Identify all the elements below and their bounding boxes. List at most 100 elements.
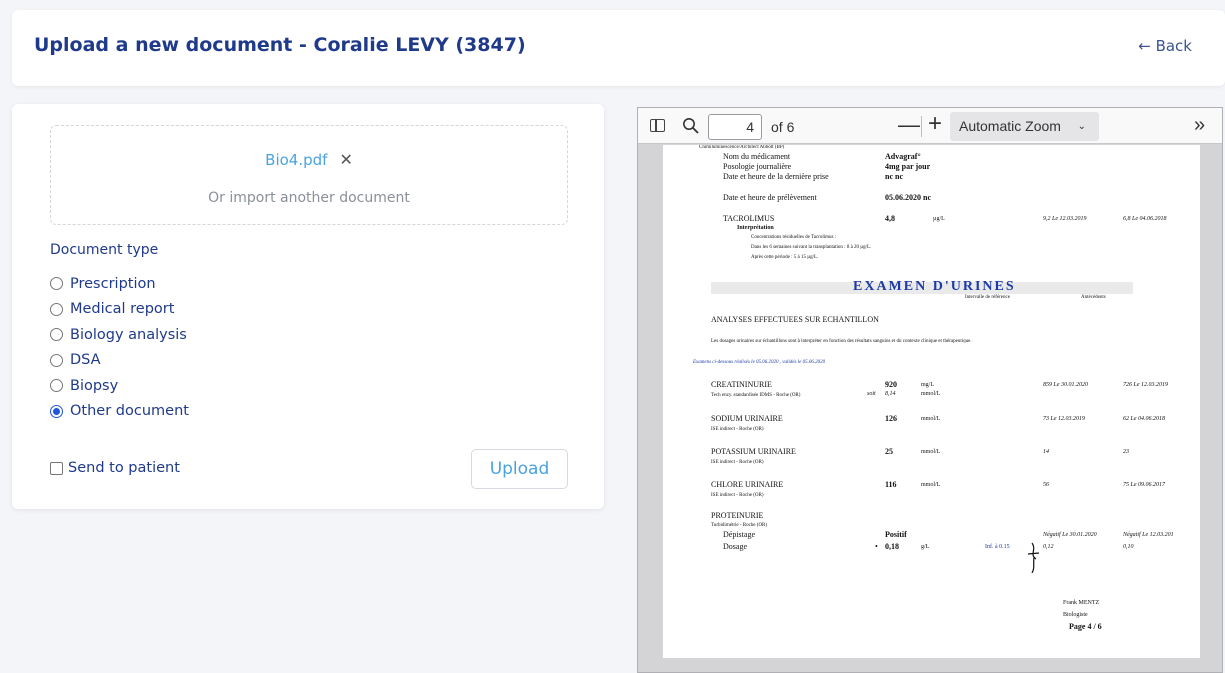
- doc-row-unit: mmol/L: [921, 449, 941, 455]
- pdf-toolbar: 4 of 6 — + Automatic Zoom ⌄ »: [638, 108, 1222, 144]
- radio-button-selected[interactable]: [50, 404, 63, 418]
- send-to-patient-checkbox[interactable]: Send to patient: [50, 460, 180, 476]
- doc-text: soit: [867, 391, 876, 397]
- option-other-document[interactable]: Other document: [50, 399, 189, 425]
- doc-value: 8,14: [885, 391, 896, 397]
- doc-row-name: CHLORE URINAIRE: [711, 480, 784, 489]
- upload-button[interactable]: Upload: [471, 449, 568, 489]
- option-dsa[interactable]: DSA: [50, 348, 189, 374]
- doc-marker: •: [875, 542, 878, 551]
- more-tools-icon[interactable]: »: [1194, 115, 1205, 135]
- doc-row-method: Turbidimétrie - Roche (OR): [711, 523, 768, 528]
- signature-mark: [1027, 542, 1040, 574]
- doc-row-value: 116: [885, 480, 897, 489]
- doc-row-value: 25: [885, 447, 893, 456]
- doc-unit: µg/L: [933, 216, 945, 222]
- zoom-out-button[interactable]: —: [898, 114, 920, 136]
- doc-row-method: Tech enzy. standardisée IDMS - Roche (OR…: [711, 393, 801, 398]
- option-medical-report[interactable]: Medical report: [50, 297, 189, 323]
- doc-history: 0,10: [1123, 544, 1134, 550]
- page-count: of 6: [771, 119, 795, 135]
- radio-button[interactable]: [50, 328, 63, 342]
- doc-dates: Examens ci-dessous réalisés le 05.06.202…: [693, 360, 826, 365]
- doc-text: Les dosages urinaires sur échantillons s…: [711, 339, 972, 344]
- doc-value: Advagraf°: [885, 152, 921, 161]
- back-link[interactable]: ← Back: [1138, 37, 1192, 55]
- option-biology-analysis[interactable]: Biology analysis: [50, 322, 189, 348]
- doc-unit: g/L: [921, 544, 930, 550]
- doc-row-name: POTASSIUM URINAIRE: [711, 447, 796, 456]
- doc-label: Interprétation: [737, 225, 774, 231]
- doc-row-name: SODIUM URINAIRE: [711, 414, 783, 423]
- zoom-select[interactable]: Automatic Zoom ⌄: [950, 112, 1099, 141]
- doc-history: 9,2 Le 12.03.2019: [1043, 216, 1087, 222]
- radio-button[interactable]: [50, 302, 63, 316]
- page-number-input[interactable]: 4: [708, 114, 762, 140]
- doc-row-unit: mmol/L: [921, 482, 941, 488]
- document-type-options: Prescription Medical report Biology anal…: [50, 271, 189, 424]
- doc-label: Dépistage: [723, 530, 755, 539]
- document-type-label: Document type: [50, 242, 159, 258]
- doc-text: Après cette période : 5 à 15 µg/L.: [751, 255, 819, 260]
- doc-value: nc nc: [885, 172, 903, 181]
- doc-value: 05.06.2020 nc: [885, 193, 931, 202]
- doc-method: Chimiluminescence/Architect Abbott (BP): [699, 145, 785, 150]
- doc-label: TACROLIMUS: [723, 214, 775, 223]
- sidebar-toggle-icon[interactable]: [650, 119, 665, 132]
- doc-ref: Inf. à 0.15: [985, 544, 1010, 550]
- doc-row-method: ISE indirect - Roche (OR): [711, 493, 764, 498]
- doc-column-header: Intervalle de référence: [965, 295, 1010, 300]
- close-icon[interactable]: ✕: [339, 150, 352, 169]
- doc-label: Nom du médicament: [723, 152, 791, 161]
- page-title: Upload a new document - Coralie LEVY (38…: [34, 34, 526, 56]
- doc-history: 0,12: [1043, 544, 1054, 550]
- option-biopsy[interactable]: Biopsy: [50, 373, 189, 399]
- doc-text: Dans les 6 semaines suivant la transplan…: [751, 245, 872, 250]
- checkbox[interactable]: [50, 461, 63, 475]
- doc-label: Posologie journalière: [723, 162, 792, 171]
- page-header: Upload a new document - Coralie LEVY (38…: [12, 10, 1225, 86]
- radio-button[interactable]: [50, 353, 63, 367]
- upload-form-panel: Bio4.pdf ✕ Or import another document Doc…: [12, 104, 604, 509]
- doc-signer: Frank MENTZ: [1063, 600, 1100, 606]
- zoom-in-button[interactable]: +: [928, 112, 942, 136]
- pdf-page: Chimiluminescence/Architect Abbott (BP) …: [663, 145, 1200, 658]
- radio-button[interactable]: [50, 277, 63, 291]
- file-dropzone[interactable]: Bio4.pdf ✕ Or import another document: [50, 125, 568, 225]
- search-icon[interactable]: [682, 117, 700, 135]
- doc-value: 4mg par jour: [885, 162, 931, 171]
- doc-history: 73 Le 12.03.2019: [1043, 416, 1085, 422]
- doc-row-name: CREATININURIE: [711, 380, 772, 389]
- doc-row-method: ISE indirect - Roche (OR): [711, 427, 764, 432]
- import-another-link[interactable]: Or import another document: [51, 190, 567, 206]
- doc-history: 726 Le 12.03.2019: [1123, 382, 1168, 388]
- doc-row-value: 920: [885, 380, 897, 389]
- doc-history: 6,8 Le 04.06.2018: [1123, 216, 1167, 222]
- doc-history: Négatif Le 30.01.2020: [1043, 532, 1097, 538]
- doc-value: 4,8: [885, 214, 895, 223]
- selected-file: Bio4.pdf ✕: [51, 150, 567, 169]
- doc-signer-role: Biologiste: [1063, 612, 1088, 618]
- doc-column-header: Antécédents: [1081, 295, 1106, 300]
- doc-row-unit: mmol/L: [921, 416, 941, 422]
- doc-history: Négatif Le 12.03.201: [1123, 532, 1174, 538]
- pdf-viewer: 4 of 6 — + Automatic Zoom ⌄ » Chimilumin…: [637, 107, 1223, 673]
- doc-section-title: EXAMEN D'URINES: [853, 279, 1016, 294]
- doc-heading: ANALYSES EFFECTUEES SUR ECHANTILLON: [711, 315, 879, 324]
- doc-row-value: 126: [885, 414, 897, 423]
- file-name[interactable]: Bio4.pdf: [265, 151, 327, 169]
- doc-label: Date et heure de la dernière prise: [723, 172, 829, 181]
- doc-page-number: Page 4 / 6: [1069, 622, 1102, 631]
- chevron-down-icon: ⌄: [1077, 121, 1086, 132]
- radio-button[interactable]: [50, 379, 63, 393]
- doc-history: 56: [1043, 482, 1049, 488]
- doc-value: 0,18: [885, 542, 899, 551]
- doc-text: Concentrations résiduelles de Tacrolimus…: [751, 235, 837, 240]
- doc-history: 23: [1123, 449, 1129, 455]
- option-prescription[interactable]: Prescription: [50, 271, 189, 297]
- toolbar-divider: [921, 116, 922, 137]
- doc-history: 14: [1043, 449, 1049, 455]
- doc-label: Date et heure de prélèvement: [723, 193, 817, 202]
- doc-label: Dosage: [723, 542, 747, 551]
- doc-row-name: PROTEINURIE: [711, 511, 764, 520]
